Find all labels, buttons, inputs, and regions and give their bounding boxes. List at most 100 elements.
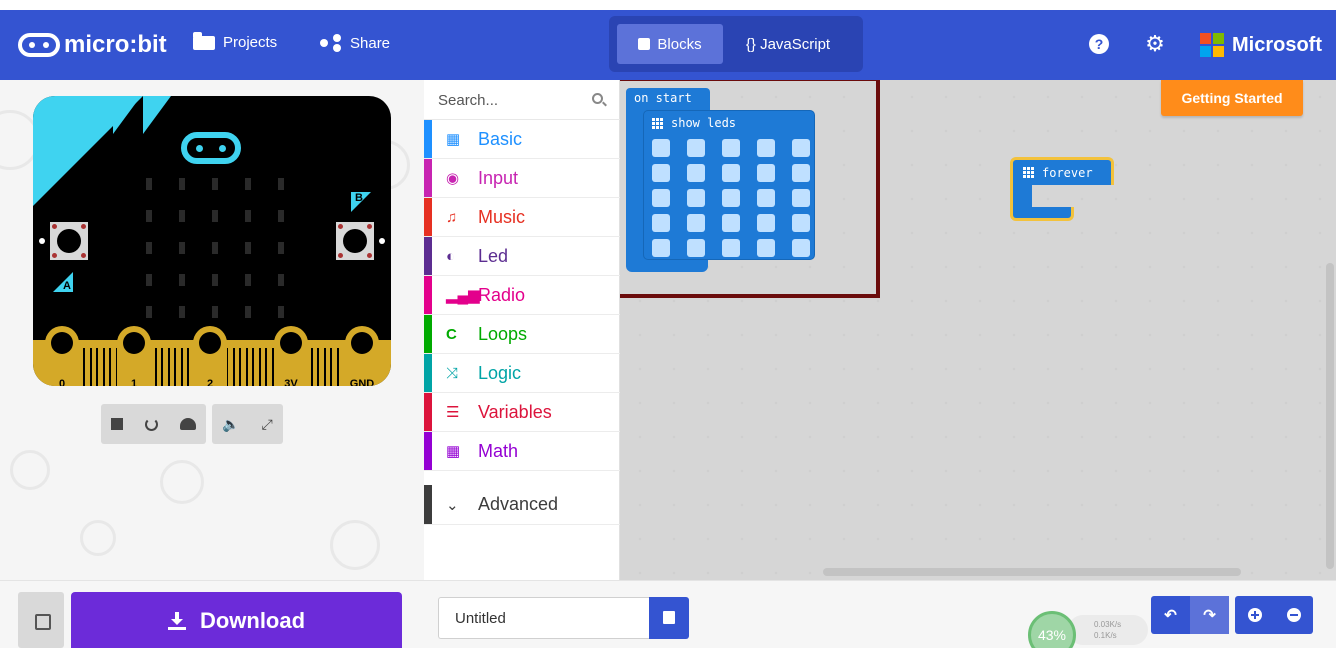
- category-advanced[interactable]: ⌄ Advanced: [424, 485, 620, 525]
- zoom-in-icon: [1247, 608, 1262, 622]
- projects-button[interactable]: Projects: [193, 31, 277, 51]
- network-speed: 0.03K/s 0.1K/s: [1068, 615, 1148, 645]
- zoom-out-icon: [1286, 608, 1301, 622]
- slow-motion-icon[interactable]: [180, 418, 196, 430]
- vertical-scrollbar[interactable]: [1326, 263, 1334, 569]
- blocks-workspace[interactable]: Getting Started on start show leds forev…: [620, 80, 1336, 580]
- mute-icon[interactable]: 🔈: [222, 416, 239, 433]
- cpu-usage: 43%: [1028, 611, 1076, 648]
- share-icon: [320, 34, 342, 52]
- category-led[interactable]: ◐ Led: [424, 237, 620, 276]
- background-decoration: [330, 520, 380, 570]
- edge-strip: [323, 348, 326, 386]
- category-label: Loops: [478, 323, 528, 344]
- led-cell: [179, 274, 185, 286]
- horizontal-scrollbar[interactable]: [823, 568, 1241, 576]
- led-cell: [245, 178, 251, 190]
- stop-icon[interactable]: [111, 418, 123, 430]
- tab-blocks[interactable]: Blocks: [617, 24, 723, 64]
- edge-strip: [317, 348, 319, 386]
- category-basic[interactable]: ▦ Basic: [424, 120, 620, 159]
- zoom-in-button[interactable]: [1235, 596, 1274, 634]
- board-accent: [143, 96, 171, 134]
- category-label: Variables: [478, 401, 552, 422]
- zoom-group: [1235, 596, 1313, 634]
- category-color-bar: [424, 237, 432, 275]
- led-cell: [245, 274, 251, 286]
- collapse-simulator-button[interactable]: [18, 592, 64, 648]
- search-input[interactable]: [438, 90, 588, 110]
- microsoft-logo[interactable]: Microsoft: [1200, 33, 1322, 57]
- board-accent: [113, 96, 141, 134]
- button-a[interactable]: [50, 222, 88, 260]
- microbit-board: A B 0 1 2 3V GND: [33, 96, 391, 386]
- microbit-logo[interactable]: micro:bit: [18, 30, 167, 60]
- edge-strip: [161, 348, 163, 386]
- puzzle-icon: [638, 38, 651, 50]
- led-cell: [278, 178, 284, 190]
- led-cell: [212, 210, 218, 222]
- edge-strip: [245, 348, 248, 386]
- category-label: Radio: [478, 284, 526, 305]
- edge-strip: [258, 348, 261, 386]
- edge-strip: [174, 348, 176, 386]
- category-math[interactable]: ▦ Math: [424, 432, 620, 471]
- pin-dot: [39, 238, 45, 244]
- editor-mode-switch: Blocks {} JavaScript: [609, 16, 863, 72]
- project-name-input[interactable]: [438, 597, 650, 639]
- category-loops[interactable]: C Loops: [424, 315, 620, 354]
- category-label: Math: [478, 440, 519, 461]
- category-color-bar: [424, 485, 432, 524]
- edge-strip: [102, 348, 105, 386]
- edge-strip: [180, 348, 183, 386]
- zoom-out-button[interactable]: [1274, 596, 1313, 634]
- getting-started-button[interactable]: Getting Started: [1161, 80, 1303, 116]
- share-button[interactable]: Share: [320, 34, 390, 52]
- sim-control-group: 🔈 ⤢: [212, 404, 283, 444]
- microsoft-grid-icon: [1200, 33, 1224, 57]
- category-color-bar: [424, 354, 432, 392]
- background-decoration: [10, 450, 50, 490]
- led-cell: [146, 306, 152, 318]
- tab-javascript[interactable]: {} JavaScript: [729, 24, 847, 64]
- help-icon[interactable]: ?: [1089, 34, 1109, 54]
- redo-icon[interactable]: ↷: [1190, 596, 1229, 634]
- save-button[interactable]: [649, 597, 689, 639]
- undo-icon[interactable]: ↶: [1151, 596, 1190, 634]
- toolbox: ▦ Basic ◉ Input ♫ Music ◐ Led ▂▄▆ Radio …: [424, 80, 620, 580]
- category-music[interactable]: ♫ Music: [424, 198, 620, 237]
- download-button[interactable]: Download: [71, 592, 402, 648]
- pin-label: GND: [349, 378, 375, 386]
- pin-3v[interactable]: [274, 326, 308, 386]
- gear-icon[interactable]: ⚙: [1144, 33, 1166, 55]
- search-icon[interactable]: [592, 93, 603, 104]
- pin-1[interactable]: [117, 326, 151, 386]
- category-input[interactable]: ◉ Input: [424, 159, 620, 198]
- category-label: Music: [478, 206, 526, 227]
- pin-2[interactable]: [193, 326, 227, 386]
- category-color-bar: [424, 276, 432, 314]
- button-b[interactable]: [336, 222, 374, 260]
- bottom-bar: Download 0.03K/s 0.1K/s 43% ↶ ↷: [0, 580, 1336, 648]
- pin-0[interactable]: [45, 326, 79, 386]
- category-logic[interactable]: ⤨ Logic: [424, 354, 620, 393]
- category-radio[interactable]: ▂▄▆ Radio: [424, 276, 620, 315]
- button-a-label: A: [63, 280, 71, 292]
- category-color-bar: [424, 120, 432, 158]
- upload-speed: 0.03K/s: [1094, 620, 1122, 629]
- pin-dot: [379, 238, 385, 244]
- download-icon: [167, 611, 186, 630]
- sim-control-group: [101, 404, 206, 444]
- fullscreen-icon[interactable]: ⤢: [261, 416, 272, 433]
- category-label: Basic: [478, 128, 523, 149]
- category-variables[interactable]: ☰ Variables: [424, 393, 620, 432]
- restart-icon[interactable]: [145, 417, 158, 431]
- edge-strip: [232, 348, 235, 386]
- simulator-controls: 🔈 ⤢: [101, 404, 283, 444]
- led-cell: [146, 274, 152, 286]
- pin-gnd[interactable]: [345, 326, 379, 386]
- led-cell: [278, 306, 284, 318]
- led-cell: [146, 242, 152, 254]
- edge-strip: [336, 348, 339, 386]
- background-decoration: [80, 520, 116, 556]
